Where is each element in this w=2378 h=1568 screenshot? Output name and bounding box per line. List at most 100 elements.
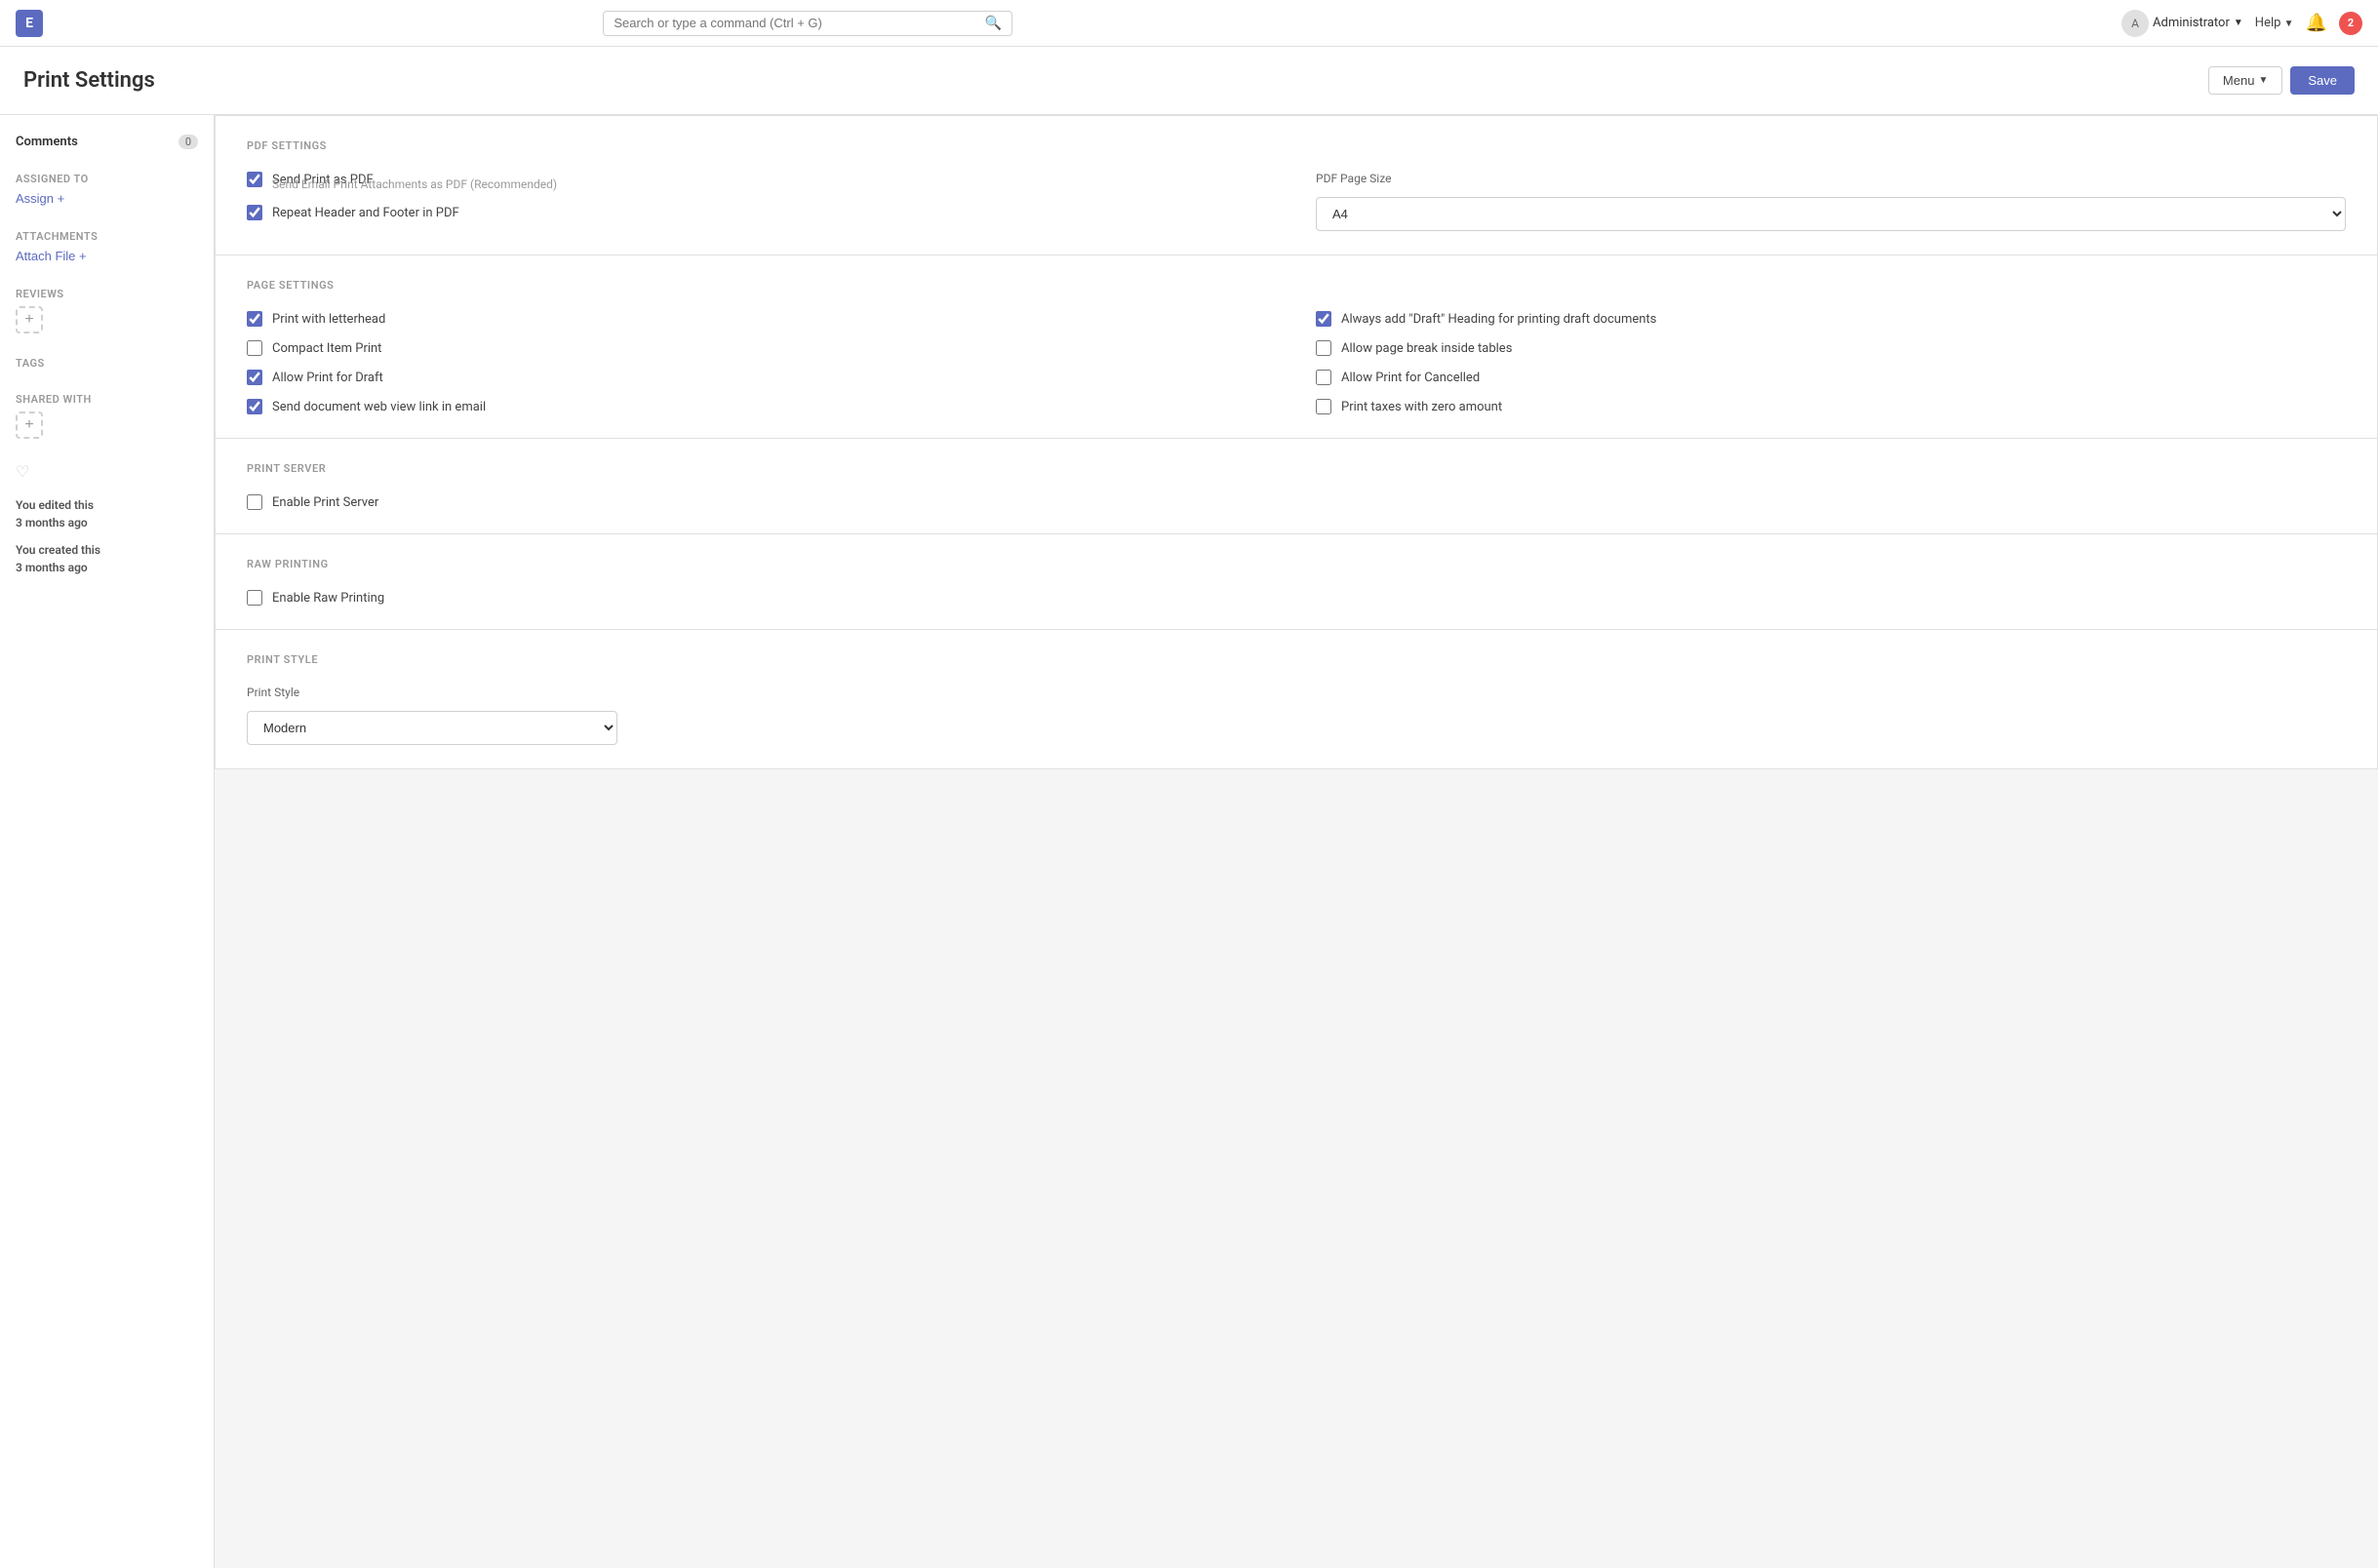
sidebar-comments-section: Comments 0 [16, 135, 198, 149]
page-right-col: Always add "Draft" Heading for printing … [1316, 311, 2346, 414]
like-icon[interactable]: ♡ [16, 462, 198, 481]
notifications-bell[interactable]: 🔔 [2306, 13, 2327, 33]
comments-label: Comments [16, 135, 78, 149]
enable-print-server-checkbox[interactable] [247, 494, 262, 510]
enable-raw-printing-checkbox[interactable] [247, 590, 262, 606]
app-logo: E [16, 10, 43, 37]
compact-item-label: Compact Item Print [272, 341, 381, 356]
allow-cancelled-row: Allow Print for Cancelled [1316, 370, 2346, 385]
print-letterhead-row: Print with letterhead [247, 311, 1277, 327]
page-title: Print Settings [23, 68, 155, 93]
pdf-settings-inner: PDF SETTINGS Send Print as PDF Send Emai… [216, 116, 2377, 255]
sidebar-assigned-section: ASSIGNED TO Assign + [16, 173, 198, 207]
print-style-select[interactable]: Modern Classic Monochrome [247, 711, 617, 745]
comments-header: Comments 0 [16, 135, 198, 149]
enable-print-server-row: Enable Print Server [247, 494, 2346, 510]
navbar: E 🔍 A Administrator ▼ Help ▼ 🔔 2 [0, 0, 2378, 47]
sidebar-reviews-section: REVIEWS + [16, 288, 198, 333]
enable-raw-printing-row: Enable Raw Printing [247, 590, 2346, 606]
menu-button[interactable]: Menu ▼ [2208, 66, 2282, 95]
send-web-link-checkbox[interactable] [247, 399, 262, 414]
pdf-right-col: PDF Page Size A4 Letter Legal A3 [1316, 172, 2346, 231]
sidebar-tags-section: TAGS [16, 357, 198, 370]
always-draft-heading-checkbox[interactable] [1316, 311, 1331, 327]
raw-printing-title: RAW PRINTING [247, 558, 2346, 570]
pdf-settings-card: PDF SETTINGS Send Print as PDF Send Emai… [215, 115, 2378, 255]
enable-print-server-label: Enable Print Server [272, 495, 378, 510]
print-server-title: PRINT SERVER [247, 462, 2346, 475]
page-break-row: Allow page break inside tables [1316, 340, 2346, 356]
header-actions: Menu ▼ Save [2208, 66, 2355, 95]
repeat-header-row: Repeat Header and Footer in PDF [247, 205, 1277, 220]
avatar: A [2121, 10, 2149, 37]
reviews-label: REVIEWS [16, 288, 198, 300]
content-area: PDF SETTINGS Send Print as PDF Send Emai… [215, 115, 2378, 1568]
print-server-card: PRINT SERVER Enable Print Server [215, 438, 2378, 533]
help-menu[interactable]: Help ▼ [2255, 16, 2294, 30]
compact-item-checkbox[interactable] [247, 340, 262, 356]
page-settings-inner: PAGE SETTINGS Print with letterhead Comp… [216, 255, 2377, 438]
sidebar-shared-with-section: SHARED WITH + [16, 393, 198, 439]
comments-count: 0 [178, 135, 198, 149]
sidebar: Comments 0 ASSIGNED TO Assign + ATTACHME… [0, 115, 215, 1568]
send-print-pdf-checkbox[interactable] [247, 172, 262, 187]
save-button[interactable]: Save [2290, 66, 2355, 95]
main-layout: Comments 0 ASSIGNED TO Assign + ATTACHME… [0, 115, 2378, 1568]
always-draft-heading-row: Always add "Draft" Heading for printing … [1316, 311, 2346, 327]
add-shared-button[interactable]: + [16, 412, 43, 439]
pdf-left-col: Send Print as PDF Send Email Print Attac… [247, 172, 1277, 231]
chevron-down-icon: ▼ [2234, 18, 2243, 28]
notification-badge[interactable]: 2 [2339, 12, 2362, 35]
print-zero-taxes-row: Print taxes with zero amount [1316, 399, 2346, 414]
user-menu[interactable]: A Administrator ▼ [2121, 10, 2243, 37]
print-style-field-label: Print Style [247, 686, 2346, 699]
navbar-right: A Administrator ▼ Help ▼ 🔔 2 [2121, 10, 2362, 37]
page-size-label: PDF Page Size [1316, 172, 2346, 185]
allow-draft-label: Allow Print for Draft [272, 371, 383, 385]
search-input[interactable] [614, 16, 977, 30]
print-style-card: PRINT STYLE Print Style Modern Classic M… [215, 629, 2378, 769]
assign-button[interactable]: Assign + [16, 191, 64, 206]
attach-file-button[interactable]: Attach File + [16, 249, 87, 263]
page-break-checkbox[interactable] [1316, 340, 1331, 356]
page-section-title: PAGE SETTINGS [247, 279, 2346, 292]
send-print-pdf-row: Send Print as PDF Send Email Print Attac… [247, 172, 1277, 191]
print-style-inner: PRINT STYLE Print Style Modern Classic M… [216, 630, 2377, 768]
sidebar-activity: You edited this 3 months ago You created… [16, 496, 198, 576]
search-bar[interactable]: 🔍 [603, 11, 1012, 36]
page-break-label: Allow page break inside tables [1341, 341, 1512, 356]
always-draft-heading-label: Always add "Draft" Heading for printing … [1341, 312, 1656, 327]
tags-label: TAGS [16, 357, 198, 370]
send-web-link-row: Send document web view link in email [247, 399, 1277, 414]
page-left-col: Print with letterhead Compact Item Print… [247, 311, 1277, 414]
repeat-header-label: Repeat Header and Footer in PDF [272, 206, 459, 220]
page-settings-card: PAGE SETTINGS Print with letterhead Comp… [215, 255, 2378, 438]
print-letterhead-label: Print with letterhead [272, 312, 385, 327]
allow-cancelled-checkbox[interactable] [1316, 370, 1331, 385]
compact-item-row: Compact Item Print [247, 340, 1277, 356]
print-letterhead-checkbox[interactable] [247, 311, 262, 327]
pdf-section-title: PDF SETTINGS [247, 139, 2346, 152]
assigned-to-label: ASSIGNED TO [16, 173, 198, 185]
pdf-settings-grid: Send Print as PDF Send Email Print Attac… [247, 172, 2346, 231]
user-label: Administrator [2153, 16, 2230, 30]
allow-cancelled-label: Allow Print for Cancelled [1341, 371, 1480, 385]
chevron-down-icon: ▼ [2284, 19, 2294, 29]
send-web-link-label: Send document web view link in email [272, 400, 486, 414]
page-size-select[interactable]: A4 Letter Legal A3 [1316, 197, 2346, 231]
page-header: Print Settings Menu ▼ Save [0, 47, 2378, 115]
add-review-button[interactable]: + [16, 306, 43, 333]
repeat-header-checkbox[interactable] [247, 205, 262, 220]
attachments-label: ATTACHMENTS [16, 230, 198, 243]
sidebar-attachments-section: ATTACHMENTS Attach File + [16, 230, 198, 264]
raw-printing-card: RAW PRINTING Enable Raw Printing [215, 533, 2378, 629]
print-zero-taxes-label: Print taxes with zero amount [1341, 400, 1502, 414]
allow-draft-checkbox[interactable] [247, 370, 262, 385]
activity-created: You created this 3 months ago [16, 541, 198, 576]
allow-draft-row: Allow Print for Draft [247, 370, 1277, 385]
activity-edited: You edited this 3 months ago [16, 496, 198, 531]
print-zero-taxes-checkbox[interactable] [1316, 399, 1331, 414]
raw-printing-inner: RAW PRINTING Enable Raw Printing [216, 534, 2377, 629]
chevron-down-icon: ▼ [2258, 75, 2268, 86]
print-server-inner: PRINT SERVER Enable Print Server [216, 439, 2377, 533]
